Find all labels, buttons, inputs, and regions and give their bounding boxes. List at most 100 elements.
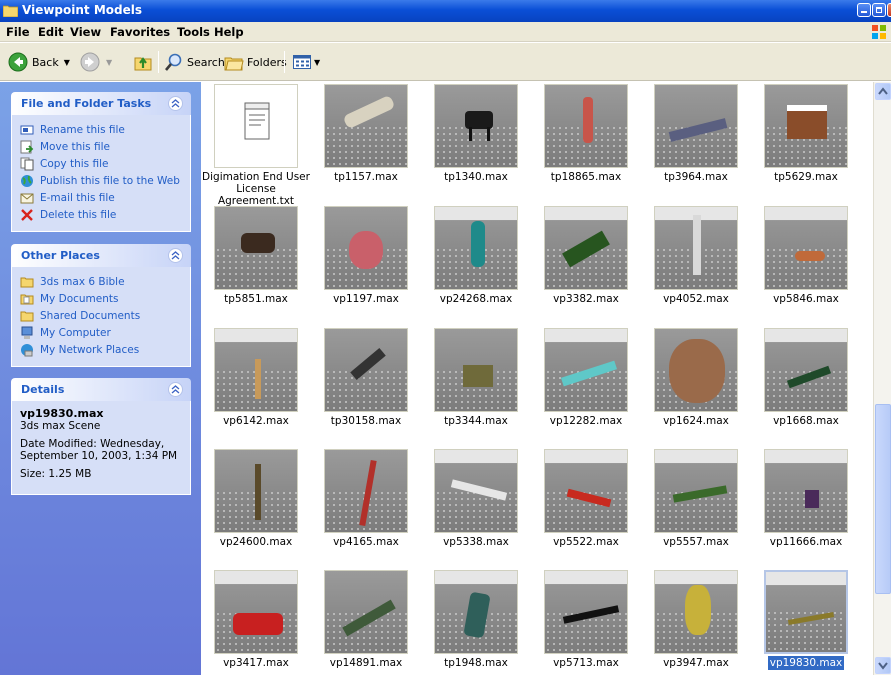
model-thumbnail: [544, 328, 628, 412]
maximize-button[interactable]: [872, 3, 886, 17]
menu-tools[interactable]: Tools: [177, 25, 210, 39]
collapse-icon[interactable]: [168, 248, 183, 263]
file-item[interactable]: vp3417.max: [201, 570, 311, 675]
file-item[interactable]: vp5713.max: [531, 570, 641, 675]
file-name-label: vp5713.max: [553, 657, 619, 669]
forward-dropdown-icon[interactable]: ▼: [106, 58, 112, 67]
file-name-label: tp30158.max: [330, 415, 402, 427]
menu-view[interactable]: View: [70, 25, 101, 39]
close-button[interactable]: [887, 3, 891, 17]
file-item[interactable]: vp4165.max: [311, 449, 421, 561]
folder-icon: [3, 5, 18, 17]
file-name-label: vp1668.max: [773, 415, 839, 427]
back-dropdown-icon[interactable]: ▼: [64, 58, 70, 67]
panel-header[interactable]: Details: [11, 378, 191, 401]
panel-header[interactable]: Other Places: [11, 244, 191, 267]
views-icon: [293, 55, 311, 69]
scroll-up-button[interactable]: [875, 83, 891, 100]
model-thumbnail: [654, 449, 738, 533]
collapse-icon[interactable]: [168, 382, 183, 397]
scroll-thumb[interactable]: [875, 404, 891, 594]
file-item[interactable]: vp1197.max: [311, 206, 421, 318]
file-item[interactable]: vp19830.max: [751, 570, 861, 675]
back-button[interactable]: Back ▼: [8, 51, 70, 73]
file-item[interactable]: tp1340.max: [421, 84, 531, 196]
file-item[interactable]: vp12282.max: [531, 328, 641, 440]
file-item[interactable]: vp24268.max: [421, 206, 531, 318]
model-thumbnail: [544, 570, 628, 654]
place-my-computer[interactable]: My Computer: [20, 324, 182, 341]
globe-icon: [21, 174, 33, 187]
file-name-label: tp3964.max: [664, 171, 728, 183]
file-item[interactable]: tp1948.max: [421, 570, 531, 675]
task-pane: File and Folder Tasks Rename this file M…: [0, 82, 201, 675]
file-item[interactable]: vp5846.max: [751, 206, 861, 318]
file-item[interactable]: vp24600.max: [201, 449, 311, 561]
file-item[interactable]: tp1157.max: [311, 84, 421, 196]
scroll-down-button[interactable]: [875, 657, 891, 674]
file-name-label: tp5629.max: [774, 171, 838, 183]
file-name-label: tp18865.max: [550, 171, 622, 183]
model-thumbnail: [214, 570, 298, 654]
forward-button[interactable]: ▼: [80, 51, 112, 73]
place-my-network-places[interactable]: My Network Places: [20, 341, 182, 358]
title-bar[interactable]: Viewpoint Models: [0, 0, 891, 22]
vertical-scrollbar[interactable]: [873, 82, 891, 675]
file-item[interactable]: tp3964.max: [641, 84, 751, 196]
file-name-label: vp3417.max: [223, 657, 289, 669]
menu-edit[interactable]: Edit: [38, 25, 64, 39]
file-name-label: vp24268.max: [439, 293, 513, 305]
views-dropdown-icon[interactable]: ▼: [314, 58, 320, 67]
file-item[interactable]: tp30158.max: [311, 328, 421, 440]
file-name-label: vp5846.max: [773, 293, 839, 305]
file-item[interactable]: vp5557.max: [641, 449, 751, 561]
file-item[interactable]: vp5338.max: [421, 449, 531, 561]
file-item[interactable]: vp3947.max: [641, 570, 751, 675]
file-item[interactable]: vp3382.max: [531, 206, 641, 318]
model-thumbnail: [434, 449, 518, 533]
place-3ds-max-bible[interactable]: 3ds max 6 Bible: [20, 273, 182, 290]
model-thumbnail: [324, 84, 408, 168]
place-shared-documents[interactable]: Shared Documents: [20, 307, 182, 324]
file-item[interactable]: vp11666.max: [751, 449, 861, 561]
views-button[interactable]: ▼: [292, 51, 320, 73]
panel-header[interactable]: File and Folder Tasks: [11, 92, 191, 115]
file-name-label: vp24600.max: [219, 536, 293, 548]
file-item[interactable]: tp3344.max: [421, 328, 531, 440]
file-item[interactable]: vp14891.max: [311, 570, 421, 675]
file-thumbnail-view[interactable]: Digimation End User License Agreement.tx…: [201, 82, 873, 675]
up-folder-icon: [134, 57, 152, 71]
model-thumbnail: [434, 328, 518, 412]
collapse-icon[interactable]: [168, 96, 183, 111]
file-item[interactable]: vp1668.max: [751, 328, 861, 440]
search-button[interactable]: Search: [164, 51, 225, 73]
email-icon: [20, 193, 34, 203]
task-copy[interactable]: Copy this file: [20, 155, 182, 172]
file-item[interactable]: tp18865.max: [531, 84, 641, 196]
file-item[interactable]: Digimation End User License Agreement.tx…: [201, 84, 311, 207]
place-my-documents[interactable]: My Documents: [20, 290, 182, 307]
file-item[interactable]: vp4052.max: [641, 206, 751, 318]
menu-help[interactable]: Help: [214, 25, 244, 39]
file-item[interactable]: vp6142.max: [201, 328, 311, 440]
file-name-label: Digimation End User License Agreement.tx…: [202, 171, 310, 207]
folders-button[interactable]: Folders: [224, 51, 287, 73]
up-folder-button[interactable]: [133, 51, 153, 73]
file-item[interactable]: vp5522.max: [531, 449, 641, 561]
file-item[interactable]: tp5629.max: [751, 84, 861, 196]
delete-icon: [21, 208, 33, 221]
task-publish[interactable]: Publish this file to the Web: [20, 172, 182, 189]
folders-icon: [224, 57, 244, 71]
file-name-label: vp11666.max: [769, 536, 843, 548]
detail-date-modified: Date Modified: Wednesday, September 10, …: [20, 438, 178, 462]
menu-favorites[interactable]: Favorites: [110, 25, 170, 39]
task-rename[interactable]: Rename this file: [20, 121, 182, 138]
minimize-button[interactable]: [857, 3, 871, 17]
file-item[interactable]: vp1624.max: [641, 328, 751, 440]
task-move[interactable]: Move this file: [20, 138, 182, 155]
task-delete[interactable]: Delete this file: [20, 206, 182, 223]
menu-file[interactable]: File: [6, 25, 30, 39]
task-email[interactable]: E-mail this file: [20, 189, 182, 206]
window-title: Viewpoint Models: [22, 3, 142, 17]
file-item[interactable]: tp5851.max: [201, 206, 311, 318]
